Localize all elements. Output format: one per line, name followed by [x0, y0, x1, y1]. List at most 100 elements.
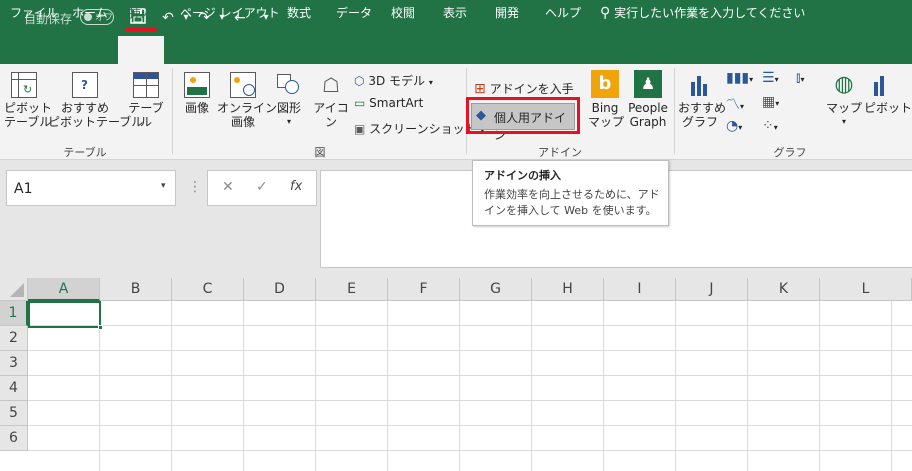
tab-page-layout[interactable]: ページ レイアウト	[180, 5, 280, 25]
tab-file[interactable]: ファイル	[10, 5, 58, 25]
pivot-table-icon: ↻	[11, 72, 37, 98]
tab-help[interactable]: ヘルプ	[545, 5, 581, 25]
column-header[interactable]: B	[100, 278, 172, 301]
tab-data[interactable]: データ	[336, 5, 372, 25]
column-header[interactable]: D	[244, 278, 316, 301]
gridline	[531, 301, 532, 471]
tab-insert-label: 挿入	[129, 6, 154, 20]
dropdown-icon: ▾	[738, 123, 743, 132]
bing-maps-button[interactable]: b Bing マップ	[588, 70, 625, 129]
pivot-table-button[interactable]: ↻ ピボット テーブル	[4, 72, 52, 129]
illustrations-group-label: 図	[314, 146, 326, 159]
tab-view[interactable]: 表示	[443, 5, 467, 25]
shapes-button[interactable]: 図形 ▾	[272, 72, 306, 129]
pie-chart-button[interactable]: ◔▾	[726, 118, 742, 134]
picture-button[interactable]: 画像	[180, 72, 214, 115]
online-picture-label: オンライン 画像	[217, 101, 278, 129]
cancel-icon[interactable]: ✕	[222, 179, 234, 195]
column-header[interactable]: K	[748, 278, 820, 301]
3d-model-button[interactable]: ⬡ 3D モデル ▾	[354, 72, 433, 89]
row-header[interactable]: 2	[0, 326, 28, 351]
column-header[interactable]: I	[604, 278, 676, 301]
dropdown-icon: ▾	[774, 75, 779, 84]
scatter-chart-button[interactable]: ⁘▾	[762, 118, 778, 134]
tab-home[interactable]: ホーム	[72, 5, 108, 25]
insert-function-icon[interactable]: fx	[290, 179, 302, 194]
bing-maps-label: Bing マップ	[588, 101, 625, 129]
more-options-icon[interactable]: ⋮	[188, 180, 202, 194]
pivot-chart-label: ピボットグラ	[864, 101, 912, 115]
column-header[interactable]: F	[388, 278, 460, 301]
column-header[interactable]: G	[460, 278, 532, 301]
recommended-charts-label: おすすめ グラフ	[678, 101, 727, 129]
tab-formulas[interactable]: 数式	[287, 5, 311, 25]
column-header[interactable]: C	[172, 278, 244, 301]
bar-chart-icon: ☰	[762, 70, 775, 86]
select-all-icon	[10, 283, 24, 297]
gridline	[243, 301, 244, 471]
dropdown-icon: ▾	[775, 99, 780, 108]
addin-store-icon: ⊞	[474, 81, 486, 97]
tooltip-title: アドインの挿入	[484, 169, 561, 182]
column-header[interactable]: J	[676, 278, 748, 301]
hierarchy-chart-icon: ▦	[762, 94, 776, 110]
column-header[interactable]: L	[820, 278, 912, 301]
name-box-dropdown-icon[interactable]: ▾	[161, 181, 166, 191]
tab-developer[interactable]: 開発	[495, 5, 519, 25]
get-addins-button[interactable]: ⊞ アドインを入手	[474, 80, 574, 97]
charts-group-label: グラフ	[773, 146, 807, 159]
shapes-icon	[275, 72, 303, 98]
people-graph-button[interactable]: ♟ People Graph	[626, 70, 670, 129]
hierarchy-chart-button[interactable]: ▦▾	[762, 94, 779, 110]
row-header[interactable]: 5	[0, 401, 28, 426]
select-all-button[interactable]	[0, 278, 28, 301]
fill-handle[interactable]	[98, 325, 103, 330]
row-header[interactable]: 6	[0, 426, 28, 451]
icons-button[interactable]: ☖ アイコン	[311, 72, 351, 129]
gridline	[28, 425, 912, 426]
pivot-chart-button[interactable]: ピボットグラ	[864, 72, 912, 115]
tab-review[interactable]: 校閲	[391, 5, 415, 25]
highlight-box	[466, 97, 580, 134]
globe-icon: ◍	[834, 72, 854, 97]
column-header[interactable]: E	[316, 278, 388, 301]
enter-icon[interactable]: ✓	[256, 179, 268, 195]
name-box[interactable]: A1 ▾	[6, 170, 176, 206]
recommended-charts-button[interactable]: おすすめ グラフ	[678, 72, 727, 129]
column-chart-button[interactable]: ▮▮▮▾	[726, 70, 753, 86]
active-cell[interactable]	[28, 301, 101, 328]
group-separator	[674, 68, 675, 154]
table-button[interactable]: テーブル	[124, 72, 168, 129]
gridline	[819, 301, 820, 471]
column-header[interactable]: H	[532, 278, 604, 301]
tell-me-label: 実行したい作業を入力してください	[614, 6, 806, 20]
tell-me-search[interactable]: ⚲ 実行したい作業を入力してください	[600, 5, 805, 25]
dropdown-icon: ▾	[800, 75, 805, 84]
screenshot-button[interactable]: ▣ スクリーンショット ▾	[354, 120, 484, 137]
online-picture-button[interactable]: オンライン 画像	[217, 72, 278, 129]
gridline	[603, 301, 604, 471]
row-header[interactable]: 1	[0, 301, 28, 326]
undo-icon[interactable]: ↶	[158, 8, 178, 28]
row-header[interactable]: 4	[0, 376, 28, 401]
screenshot-label: スクリーンショット	[369, 122, 477, 136]
stock-chart-button[interactable]: ⫾▾	[796, 70, 805, 86]
active-tab-background	[118, 36, 164, 64]
maps-button[interactable]: ◍ マップ ▾	[826, 72, 862, 129]
gridline	[675, 301, 676, 471]
gridline	[891, 301, 892, 471]
recommended-pivot-icon: ?	[72, 72, 98, 98]
column-header[interactable]: A	[28, 278, 100, 301]
tab-insert[interactable]: 挿入	[125, 5, 158, 31]
recommended-pivot-button[interactable]: ? おすすめ ピボットテーブル	[48, 72, 144, 129]
search-icon: ⚲	[600, 5, 611, 21]
maps-dropdown-icon: ▾	[841, 117, 846, 126]
line-chart-button[interactable]: 〽▾	[726, 94, 744, 114]
smartart-button[interactable]: ▭ SmartArt	[354, 96, 423, 110]
pivot-chart-icon	[870, 72, 896, 98]
row-header[interactable]: 3	[0, 351, 28, 376]
name-box-value: A1	[14, 181, 33, 197]
tab-insert-underline	[125, 28, 158, 31]
recommended-pivot-label: おすすめ ピボットテーブル	[48, 101, 144, 129]
bar-chart-button[interactable]: ☰▾	[762, 70, 779, 86]
